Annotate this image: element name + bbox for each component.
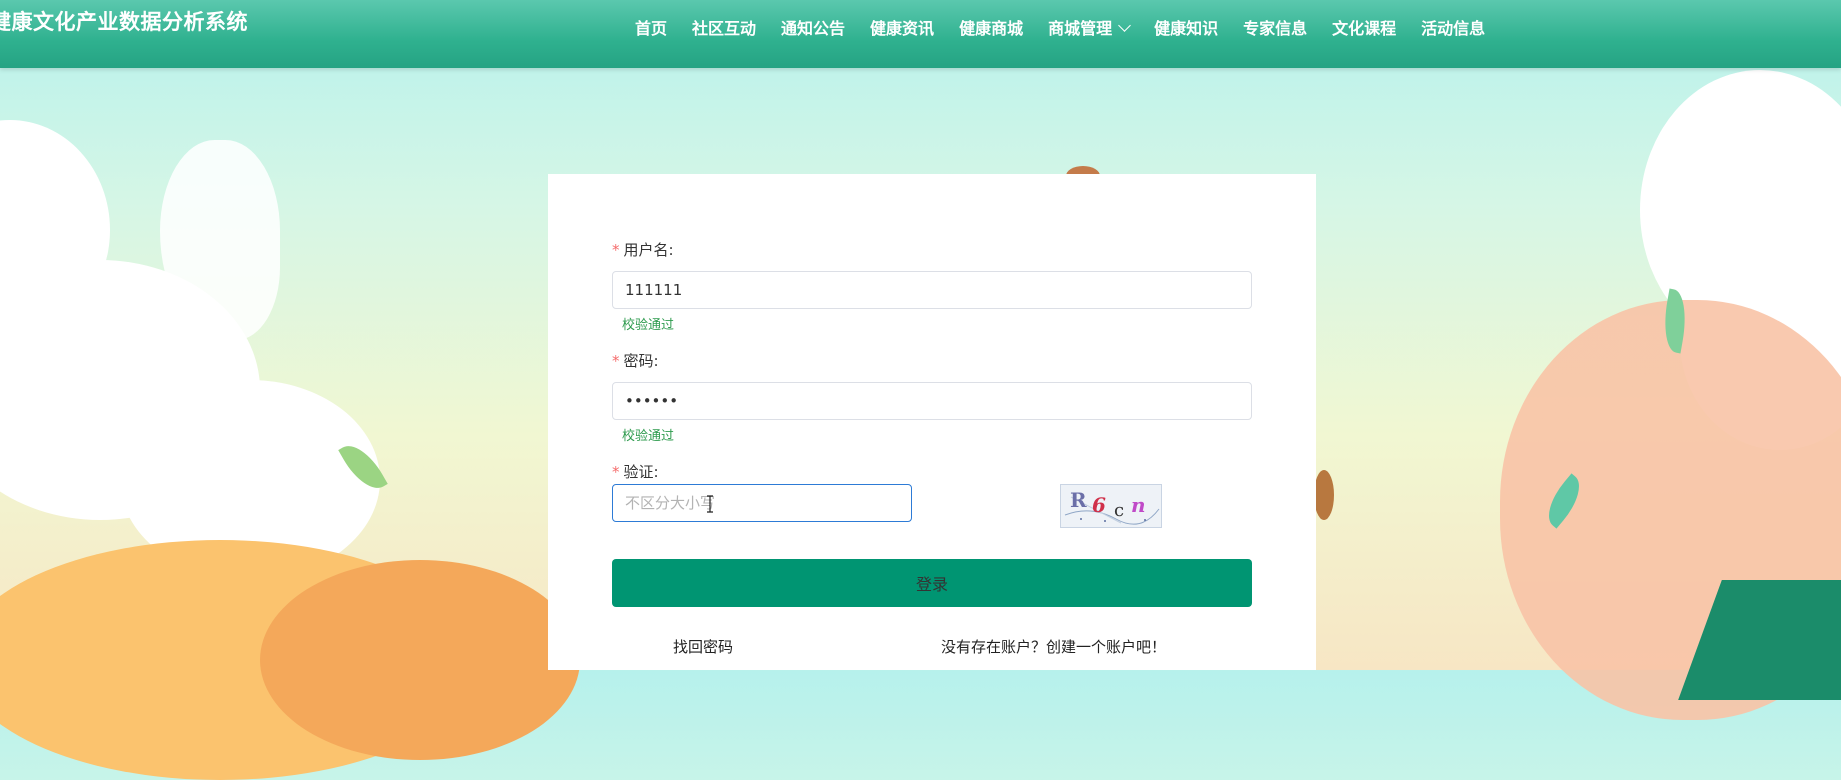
captcha-graphic: R 6 c n: [1064, 488, 1160, 525]
top-navigation-bar: 健康文化产业数据分析系统 首页 社区互动 通知公告 健康资讯 健康商城 商城管理…: [0, 0, 1841, 68]
svg-text:c: c: [1114, 500, 1124, 521]
register-link[interactable]: 没有存在账户？创建一个账户吧！: [941, 636, 1166, 657]
main-nav: 首页 社区互动 通知公告 健康资讯 健康商城 商城管理 健康知识 专家信息 文化…: [622, 0, 1497, 54]
username-validation-message: 校验通过: [622, 318, 675, 333]
nav-item-experts[interactable]: 专家信息: [1243, 15, 1307, 39]
svg-text:n: n: [1131, 493, 1146, 517]
login-card: *用户名: 校验通过 *密码: •••••• 校验通过 *验证: R 6 c n…: [548, 174, 1316, 670]
required-mark: *: [612, 463, 620, 481]
nav-item-mall-management[interactable]: 商城管理: [1048, 15, 1131, 39]
nav-item-health-mall[interactable]: 健康商城: [959, 15, 1023, 39]
captcha-label: * 验证:: [612, 463, 659, 481]
required-mark: *: [612, 352, 620, 370]
required-mark: *: [612, 241, 620, 259]
nav-item-home[interactable]: 首页: [635, 15, 667, 39]
password-label: * 密码:: [612, 352, 659, 370]
username-label: * 用户名:: [612, 241, 674, 259]
password-input[interactable]: ••••••: [612, 382, 1252, 420]
username-input[interactable]: [612, 271, 1252, 309]
nav-item-culture-courses[interactable]: 文化课程: [1332, 15, 1396, 39]
nav-item-notices[interactable]: 通知公告: [781, 15, 845, 39]
forgot-password-link[interactable]: 找回密码: [673, 636, 733, 657]
password-validation-message: 校验通过: [622, 429, 675, 444]
login-button[interactable]: 登录: [612, 559, 1252, 607]
nav-item-community[interactable]: 社区互动: [692, 15, 756, 39]
text-cursor-icon: [707, 495, 713, 513]
nav-item-activities[interactable]: 活动信息: [1421, 15, 1485, 39]
nav-item-health-news[interactable]: 健康资讯: [870, 15, 934, 39]
site-title: 健康文化产业数据分析系统: [0, 10, 248, 34]
nav-item-health-knowledge[interactable]: 健康知识: [1154, 15, 1218, 39]
captcha-input[interactable]: [612, 484, 912, 522]
svg-text:R: R: [1070, 488, 1087, 512]
captcha-image[interactable]: R 6 c n: [1060, 484, 1162, 528]
chevron-down-icon: [1118, 18, 1131, 32]
svg-text:6: 6: [1092, 493, 1106, 517]
